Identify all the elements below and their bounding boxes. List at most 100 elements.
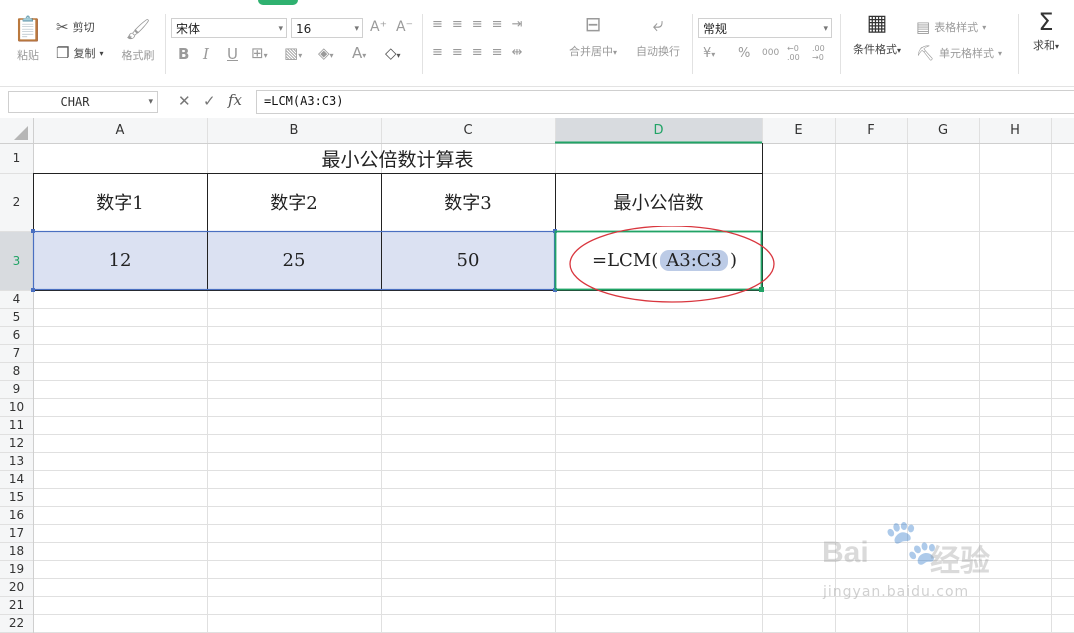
brush-icon: 🖌 — [125, 17, 151, 41]
insert-function-icon[interactable]: fx — [228, 91, 242, 109]
header-cell-a2[interactable]: 数字1 — [33, 173, 207, 231]
active-tab-indicator — [258, 0, 298, 5]
row-header[interactable]: 4 — [0, 290, 33, 308]
cell-style-label: 单元格样式 — [939, 47, 995, 60]
horizontal-align-icons[interactable]: ≡≡≡≡⇹ — [432, 45, 531, 61]
font-shrink-icon[interactable]: A⁻ — [396, 19, 413, 35]
row-header[interactable]: 13 — [0, 452, 33, 470]
row-header[interactable]: 2 — [0, 173, 33, 231]
percent-button[interactable]: % — [738, 46, 750, 62]
thousands-button[interactable]: 000 — [762, 45, 779, 61]
font-color-icon[interactable]: A▾ — [352, 45, 366, 64]
vertical-align-icons[interactable]: ≡≡≡≡⇥ — [432, 17, 531, 33]
divider — [165, 14, 166, 74]
column-header-e[interactable]: E — [762, 118, 835, 143]
row-header[interactable]: 18 — [0, 542, 33, 560]
merge-center-label: 合并居中▾ — [568, 45, 617, 58]
header-cell-c2[interactable]: 数字3 — [381, 173, 555, 231]
font-grow-icon[interactable]: A⁺ — [370, 19, 387, 35]
underline-button[interactable]: U — [227, 46, 238, 62]
row-header[interactable]: 16 — [0, 506, 33, 524]
chevron-down-icon: ▾ — [99, 48, 104, 58]
row-header[interactable]: 9 — [0, 380, 33, 398]
number-format-select[interactable]: 常规 ▾ — [698, 18, 832, 38]
cancel-icon[interactable]: ✕ — [178, 92, 191, 110]
clipboard-icon: 📋 — [13, 15, 43, 43]
select-all-icon[interactable] — [14, 126, 28, 140]
wrap-text-button[interactable]: ⤶ 自动换行 — [630, 14, 686, 59]
check-icon[interactable]: ✓ — [203, 92, 216, 110]
divider — [422, 14, 423, 74]
column-header-a[interactable]: A — [33, 118, 207, 143]
conditional-format-button[interactable]: ▦ 条件格式▾ — [846, 13, 908, 57]
sheet-title-cell[interactable]: 最小公倍数计算表 — [33, 143, 762, 173]
watermark-brand: Bai — [822, 536, 869, 569]
ribbon-toolbar: 📋 粘贴 ✂ 剪切 ❐ 复制 ▾ 🖌 格式刷 宋体 ▾ 16 ▾ A⁺ A⁻ B… — [0, 0, 1074, 87]
name-box[interactable]: CHAR ▾ — [8, 91, 158, 113]
fill-pattern-icon[interactable]: ▧▾ — [284, 45, 302, 64]
value-cell-a3[interactable]: 12 — [33, 231, 207, 290]
row-header[interactable]: 20 — [0, 578, 33, 596]
copy-label: 复制 — [73, 47, 96, 60]
sum-label: 求和▾ — [1032, 39, 1059, 52]
chevron-down-icon: ▾ — [998, 48, 1003, 58]
copy-icon: ❐ — [56, 44, 70, 62]
formula-input[interactable]: =LCM(A3:C3) — [256, 90, 1074, 114]
column-header-b[interactable]: B — [207, 118, 381, 143]
row-header[interactable]: 19 — [0, 560, 33, 578]
row-header[interactable]: 12 — [0, 434, 33, 452]
row-header[interactable]: 5 — [0, 308, 33, 326]
value-cell-c3[interactable]: 50 — [381, 231, 555, 290]
spreadsheet-grid[interactable]: A B C D E F G H 1 2 3 4 5 6 7 8 9 10 11 … — [0, 118, 1074, 633]
divider — [692, 14, 693, 74]
format-painter-button[interactable]: 🖌 格式刷 — [118, 16, 158, 63]
row-header[interactable]: 22 — [0, 614, 33, 632]
row-header[interactable]: 10 — [0, 398, 33, 416]
decrease-decimal-button[interactable]: .00 →0 — [812, 44, 830, 62]
row-header[interactable]: 1 — [0, 143, 33, 173]
border-icon[interactable]: ⊞▾ — [251, 45, 268, 64]
watermark-url: jingyan.baidu.com — [823, 584, 970, 600]
name-box-value: CHAR — [60, 95, 90, 109]
cell-style-button[interactable]: ⛏ 单元格样式 ▾ — [916, 45, 1002, 61]
font-name-select[interactable]: 宋体 ▾ — [171, 18, 287, 38]
row-header[interactable]: 14 — [0, 470, 33, 488]
bold-button[interactable]: B — [178, 46, 189, 62]
row-header[interactable]: 7 — [0, 344, 33, 362]
merge-center-button[interactable]: ⊟ 合并居中▾ — [563, 14, 623, 59]
column-header-h[interactable]: H — [979, 118, 1051, 143]
row-header[interactable]: 15 — [0, 488, 33, 506]
header-cell-d2[interactable]: 最小公倍数 — [555, 173, 762, 231]
column-header-f[interactable]: F — [835, 118, 907, 143]
column-header-c[interactable]: C — [381, 118, 555, 143]
cut-button[interactable]: ✂ 剪切 — [56, 19, 95, 35]
wrap-text-label: 自动换行 — [636, 45, 680, 58]
copy-button[interactable]: ❐ 复制 ▾ — [56, 45, 103, 61]
row-header[interactable]: 6 — [0, 326, 33, 344]
header-cell-b2[interactable]: 数字2 — [207, 173, 381, 231]
chevron-down-icon[interactable]: ▾ — [148, 92, 153, 112]
fill-color-icon[interactable]: ◈▾ — [318, 45, 334, 64]
row-header[interactable]: 11 — [0, 416, 33, 434]
font-size-select[interactable]: 16 ▾ — [291, 18, 363, 38]
currency-button[interactable]: ¥▾ — [703, 46, 715, 63]
row-header[interactable]: 21 — [0, 596, 33, 614]
italic-button[interactable]: I — [203, 46, 209, 62]
paste-button[interactable]: 📋 粘贴 — [12, 16, 44, 63]
increase-decimal-button[interactable]: ←0 .00 — [787, 44, 805, 62]
eraser-icon[interactable]: ◇▾ — [385, 45, 401, 64]
column-header-d[interactable]: D — [555, 118, 762, 143]
formula-bar: CHAR ▾ ✕ ✓ fx =LCM(A3:C3) — [0, 87, 1074, 119]
row-header[interactable]: 17 — [0, 524, 33, 542]
value-cell-b3[interactable]: 25 — [207, 231, 381, 290]
chevron-down-icon: ▾ — [823, 24, 828, 34]
paste-label: 粘贴 — [17, 49, 39, 62]
divider — [840, 14, 841, 74]
table-style-button[interactable]: ▤ 表格样式 ▾ — [916, 19, 986, 35]
cut-label: 剪切 — [72, 21, 95, 34]
column-header-g[interactable]: G — [907, 118, 979, 143]
sum-button[interactable]: Σ 求和▾ — [1028, 8, 1064, 53]
row-header[interactable]: 3 — [0, 231, 33, 290]
row-header[interactable]: 8 — [0, 362, 33, 380]
sigma-icon: Σ — [1038, 8, 1054, 36]
